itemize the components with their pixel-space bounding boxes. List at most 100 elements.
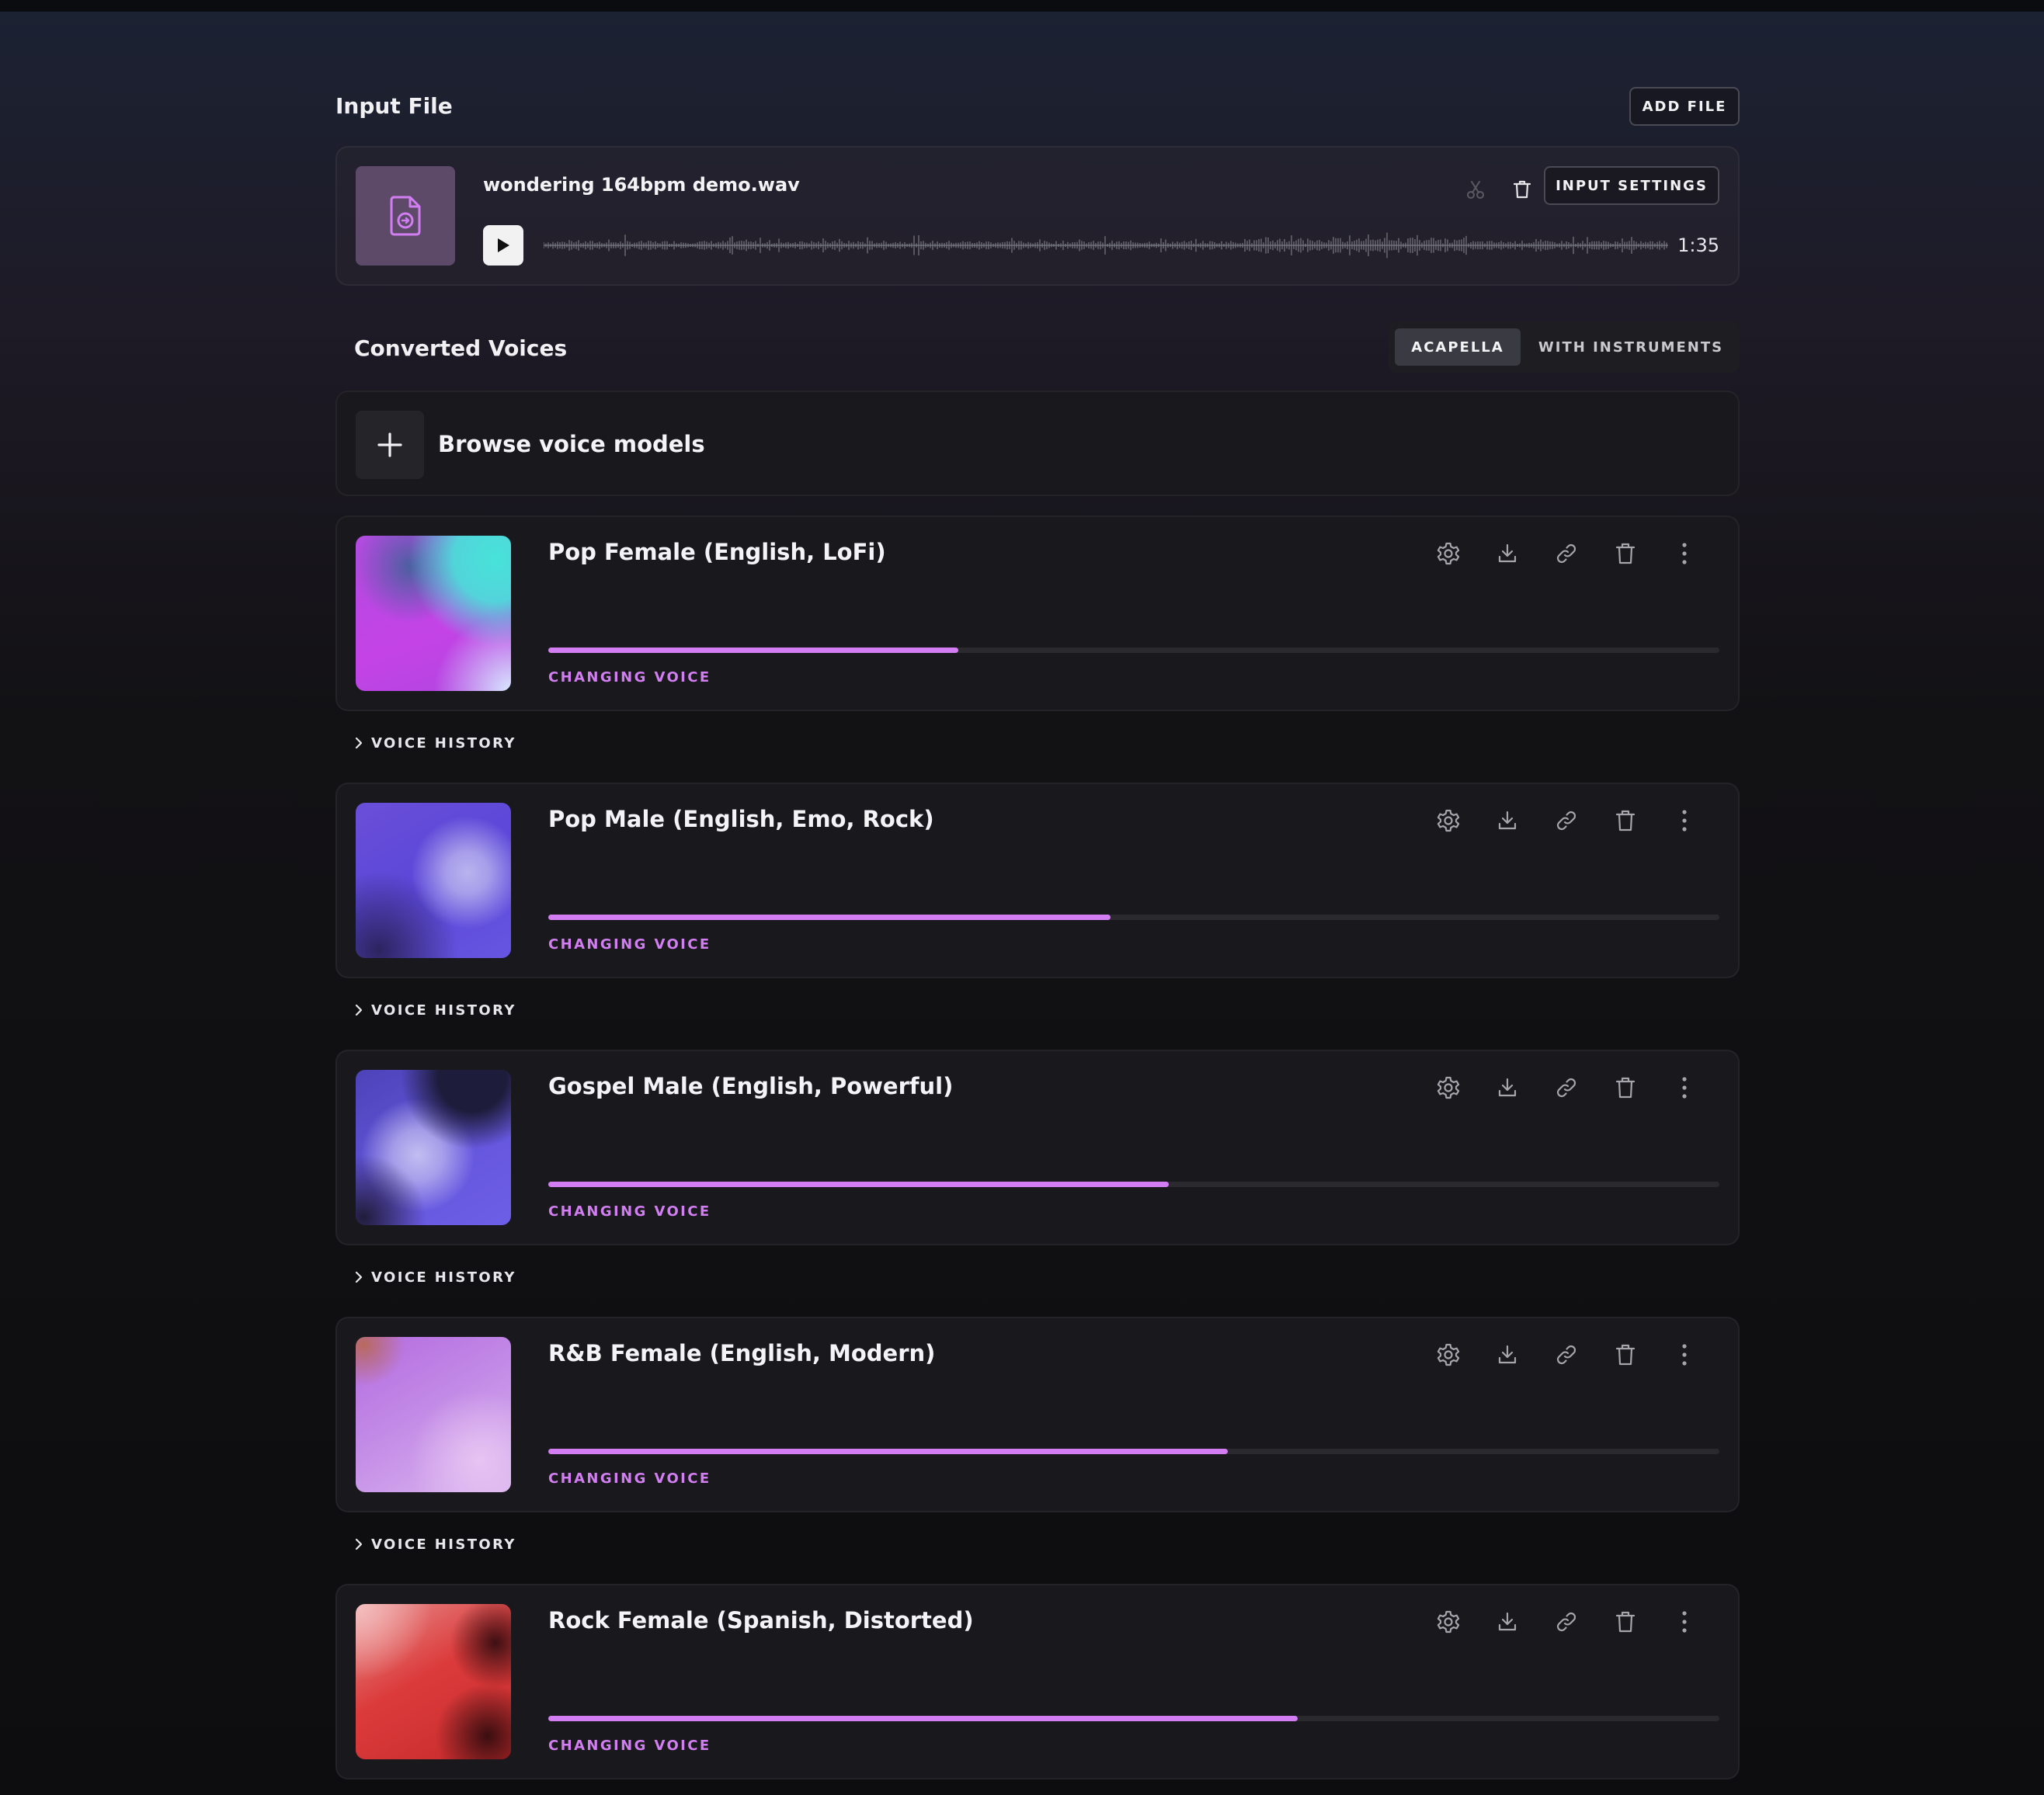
- input-file-card: wondering 164bpm demo.wav INPUT SETTINGS…: [335, 146, 1740, 286]
- conversion-progress: [548, 1182, 1719, 1187]
- voice-actions: [1430, 1070, 1710, 1106]
- voice-card: Pop Female (English, LoFi) CHANGING VOIC…: [335, 516, 1740, 711]
- voice-link-button[interactable]: [1549, 1070, 1584, 1106]
- voice-history-label: VOICE HISTORY: [371, 1536, 516, 1553]
- voice-history-label: VOICE HISTORY: [371, 734, 516, 752]
- voice-actions: [1430, 536, 1710, 571]
- chevron-right-icon: [355, 1538, 363, 1550]
- plus-icon: [377, 432, 402, 457]
- progress-fill: [548, 648, 958, 653]
- cut-button[interactable]: [1462, 175, 1490, 203]
- more-vertical-icon: [1682, 1344, 1687, 1366]
- conversion-status: CHANGING VOICE: [548, 1470, 711, 1487]
- file-name: wondering 164bpm demo.wav: [483, 174, 800, 196]
- audio-waveform[interactable]: [544, 230, 1668, 261]
- voice-download-button[interactable]: [1490, 1604, 1525, 1640]
- voice-history-toggle[interactable]: VOICE HISTORY: [354, 1266, 516, 1289]
- file-duration: 1:35: [1677, 234, 1719, 256]
- voice-delete-button[interactable]: [1608, 1337, 1643, 1373]
- voice-settings-button[interactable]: [1430, 536, 1466, 571]
- link-icon: [1556, 543, 1576, 564]
- trash-icon: [1615, 1077, 1636, 1099]
- download-icon: [1498, 1078, 1517, 1097]
- voice-title: R&B Female (English, Modern): [548, 1340, 936, 1366]
- play-button[interactable]: [483, 225, 523, 266]
- conversion-status: CHANGING VOICE: [548, 1203, 711, 1220]
- voice-card: Rock Female (Spanish, Distorted) CHANGIN…: [335, 1584, 1740, 1779]
- link-icon: [1556, 1078, 1576, 1098]
- input-settings-button[interactable]: INPUT SETTINGS: [1544, 166, 1719, 205]
- voice-download-button[interactable]: [1490, 803, 1525, 838]
- voice-history-toggle[interactable]: VOICE HISTORY: [354, 1533, 516, 1556]
- voice-card: Gospel Male (English, Powerful) CHANGING…: [335, 1050, 1740, 1245]
- voice-link-button[interactable]: [1549, 803, 1584, 838]
- voice-artwork: [356, 536, 511, 691]
- voice-delete-button[interactable]: [1608, 1604, 1643, 1640]
- file-import-icon: [390, 196, 421, 236]
- conversion-status: CHANGING VOICE: [548, 1738, 711, 1754]
- voice-delete-button[interactable]: [1608, 536, 1643, 571]
- voice-history-toggle[interactable]: VOICE HISTORY: [354, 731, 516, 755]
- voice-history-toggle[interactable]: VOICE HISTORY: [354, 998, 516, 1022]
- progress-fill: [548, 1182, 1170, 1187]
- mode-option-acapella[interactable]: ACAPELLA: [1395, 328, 1521, 366]
- conversion-progress: [548, 648, 1719, 653]
- voice-history-label: VOICE HISTORY: [371, 1002, 516, 1019]
- voice-delete-button[interactable]: [1608, 1070, 1643, 1106]
- browse-voice-models-button[interactable]: Browse voice models: [335, 391, 1740, 496]
- delete-file-button[interactable]: [1508, 175, 1536, 203]
- voice-card: Pop Male (English, Emo, Rock) CHANGING V…: [335, 783, 1740, 978]
- gear-icon: [1437, 1343, 1460, 1366]
- mode-option-with-instruments[interactable]: WITH INSTRUMENTS: [1531, 328, 1730, 366]
- chevron-right-icon: [355, 737, 363, 749]
- trash-icon: [1615, 810, 1636, 832]
- download-icon: [1498, 1345, 1517, 1364]
- progress-fill: [548, 1449, 1228, 1454]
- voice-more-button[interactable]: [1667, 1070, 1702, 1106]
- voice-link-button[interactable]: [1549, 536, 1584, 571]
- voice-card: R&B Female (English, Modern) CHANGING VO…: [335, 1317, 1740, 1512]
- more-vertical-icon: [1682, 1611, 1687, 1633]
- conversion-status: CHANGING VOICE: [548, 936, 711, 953]
- progress-fill: [548, 915, 1111, 920]
- more-vertical-icon: [1682, 810, 1687, 832]
- voice-actions: [1430, 803, 1710, 838]
- voice-download-button[interactable]: [1490, 1070, 1525, 1106]
- voice-artwork: [356, 1337, 511, 1492]
- voice-link-button[interactable]: [1549, 1604, 1584, 1640]
- download-icon: [1498, 1612, 1517, 1631]
- download-icon: [1498, 543, 1517, 563]
- converted-voices-title: Converted Voices: [354, 335, 568, 361]
- chevron-right-icon: [355, 1004, 363, 1016]
- add-file-button[interactable]: ADD FILE: [1629, 87, 1740, 126]
- mode-toggle: ACAPELLA WITH INSTRUMENTS: [1389, 321, 1740, 373]
- voice-settings-button[interactable]: [1430, 803, 1466, 838]
- voice-more-button[interactable]: [1667, 1337, 1702, 1373]
- download-icon: [1498, 811, 1517, 830]
- voice-settings-button[interactable]: [1430, 1604, 1466, 1640]
- scissors-icon: [1467, 181, 1484, 199]
- converted-voices-header: Converted Voices ACAPELLA WITH INSTRUMEN…: [335, 321, 1740, 373]
- input-file-title: Input File: [335, 93, 453, 119]
- file-thumbnail: [356, 166, 455, 266]
- voice-delete-button[interactable]: [1608, 803, 1643, 838]
- voice-download-button[interactable]: [1490, 536, 1525, 571]
- more-vertical-icon: [1682, 1077, 1687, 1099]
- voice-artwork: [356, 803, 511, 958]
- voice-more-button[interactable]: [1667, 536, 1702, 571]
- conversion-progress: [548, 1716, 1719, 1721]
- trash-icon: [1615, 1611, 1636, 1633]
- link-icon: [1556, 811, 1576, 831]
- voice-actions: [1430, 1604, 1710, 1640]
- voice-title: Gospel Male (English, Powerful): [548, 1073, 954, 1099]
- voice-title: Pop Female (English, LoFi): [548, 539, 886, 565]
- voice-more-button[interactable]: [1667, 1604, 1702, 1640]
- progress-fill: [548, 1716, 1298, 1721]
- window-top-bar: [0, 0, 2044, 12]
- voice-link-button[interactable]: [1549, 1337, 1584, 1373]
- voice-settings-button[interactable]: [1430, 1070, 1466, 1106]
- voice-download-button[interactable]: [1490, 1337, 1525, 1373]
- conversion-status: CHANGING VOICE: [548, 669, 711, 686]
- voice-more-button[interactable]: [1667, 803, 1702, 838]
- voice-settings-button[interactable]: [1430, 1337, 1466, 1373]
